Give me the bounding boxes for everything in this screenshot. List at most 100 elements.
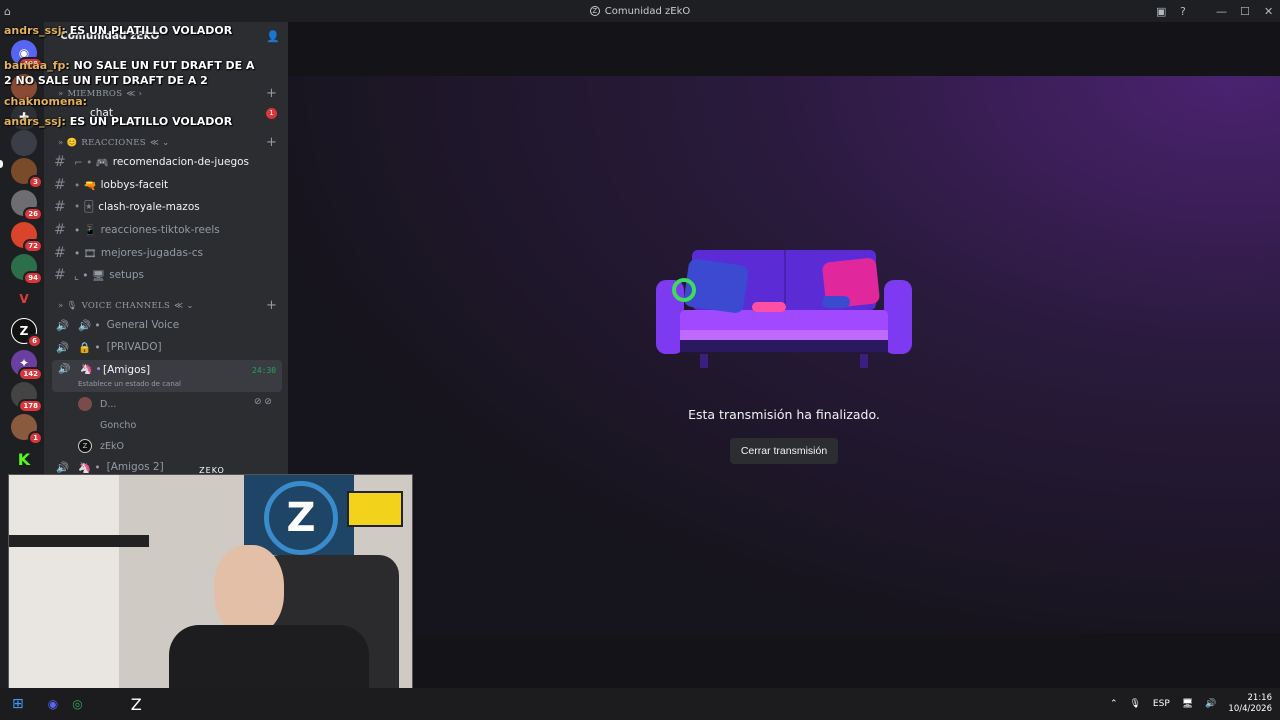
chat-user: bantaa_fp: [4,59,70,72]
badge: 142 [18,367,43,381]
badge: 178 [18,399,43,413]
voice-user-name: Goncho [100,419,137,431]
webcam-feed: Z [8,474,413,696]
category-label: REACCIONES [81,138,146,148]
close-window-button[interactable]: ✕ [1264,0,1273,22]
channel-label: [Amigos] [103,364,151,376]
volume-icon[interactable]: 🔊 [1205,699,1216,709]
help-icon[interactable]: ? [1180,0,1186,22]
back-icon[interactable]: ⌂ [4,0,11,22]
voice-user[interactable]: ZzEkO [78,439,124,453]
channel-label: [Amigos 2] [106,461,164,473]
server-icon[interactable]: 26 [11,190,43,221]
zeko-taskbar-icon[interactable]: Z [131,695,142,714]
badge: 6 [27,334,42,348]
server-icon[interactable]: 94 [11,254,43,285]
discord-taskbar-icon[interactable]: ◉ [48,697,58,711]
inbox-icon[interactable]: ▣ [1156,0,1166,22]
category-reactions[interactable]: » 😊 REACCIONES ≪ ⌄ [58,138,170,148]
maximize-label: ☐ [1240,4,1250,18]
voice-user[interactable]: Goncho [78,418,136,432]
chat-user: andrs_ssj: [4,115,66,128]
chrome-taskbar-icon[interactable]: ◎ [72,697,82,711]
window-titlebar: Z Comunidad zEkO [0,0,1280,22]
add-channel-icon[interactable]: + [266,86,277,101]
hash-icon: # [54,177,66,193]
channel-label: mejores-jugadas-cs [100,247,203,259]
window-title: Comunidad zEkO [604,5,691,17]
voice-user-name: D... [100,398,117,410]
chevron-up-icon[interactable]: ⌃ [1110,699,1118,709]
add-channel-icon[interactable]: + [266,135,277,150]
stream-area [288,22,1280,688]
minimize-label: — [1216,4,1227,18]
hash-icon: # [54,199,66,215]
zeko-server-icon[interactable]: Z6 [11,318,42,348]
speaker-icon: 🔊 [56,341,70,354]
overlay-chat-line: andrs_ssj: ES UN PLATILLO VOLADOR [4,115,232,128]
chat-message: 2 NO SALE UN FUT DRAFT DE A 2 [4,74,208,87]
windows-taskbar: ⊞ ◉ ◎ Z [0,688,1280,720]
overlay-chat-line: 2 NO SALE UN FUT DRAFT DE A 2 [4,74,208,87]
minimize-button[interactable]: — [1216,0,1227,22]
hash-icon: # [54,245,66,261]
channel-label: reacciones-tiktok-reels [100,224,220,236]
voice-user[interactable]: D... [78,397,116,411]
server-icon[interactable]: 178 [11,382,43,413]
disaster-area-sign [347,491,403,527]
channel-status-hint[interactable]: Establece un estado de canal [78,380,181,388]
channel-setups[interactable]: # ⌞ • 🖥 setups [48,264,324,286]
invite-icon[interactable]: 👤 [266,30,280,43]
overlay-chat-line: bantaa_fp: NO SALE UN FUT DRAFT DE A [4,59,255,72]
channel-reacciones[interactable]: # • 📱 reacciones-tiktok-reels [48,219,324,241]
channel-emoji-icon: 🦄 • [80,364,102,375]
category-voice[interactable]: » 🎙 VOICE CHANNELS ≪ ⌄ [58,301,194,311]
channel-mejores[interactable]: # • 🎞 mejores-jugadas-cs [48,242,324,264]
channel-recomendacion[interactable]: # ⌐ • 🎮 recomendacion-de-juegos [48,151,324,173]
kick-server-icon[interactable]: K [11,446,37,472]
maximize-button[interactable]: ☐ [1240,0,1250,22]
channel-label: setups [109,269,144,281]
channel-clash[interactable]: # • 🃏 clash-royale-mazos [48,196,324,218]
server-icon[interactable]: 1 [11,414,43,445]
language-indicator[interactable]: ESP [1153,699,1170,709]
server-icon[interactable]: ✦ 142 [11,350,43,381]
chat-user: andrs_ssj: [4,24,66,37]
avatar [78,397,92,411]
badge: 3 [28,175,43,189]
mic-icon[interactable]: 🎙 [1129,699,1140,709]
voice-amigos-active[interactable]: 🔊 🦄 • [Amigos] 24:30 Establece un estado… [52,360,282,392]
server-icon[interactable]: 72 [11,222,43,253]
server-icon[interactable]: 3 [11,158,43,189]
server-icon[interactable]: V [11,286,37,312]
zeko-logo-icon: Z [264,481,338,555]
chat-message: ES UN PLATILLO VOLADOR [69,24,233,37]
app-logo-icon: Z [589,6,600,16]
add-channel-icon[interactable]: + [266,298,277,313]
couch-illustration [656,250,912,368]
clock[interactable]: 21:16 10/4/2026 [1228,693,1272,715]
channel-lobbys[interactable]: # • 🔫 lobbys-faceit [48,174,324,196]
server-icon[interactable] [11,130,37,156]
channel-label: recomendacion-de-juegos [112,156,249,168]
hash-icon: # [54,222,66,238]
channel-label: lobbys-faceit [100,179,169,191]
zeko-avatar: Z [78,439,92,453]
chat-message: NO SALE UN FUT DRAFT DE A [73,59,255,72]
channel-label: [PRIVADO] [106,341,162,353]
wall [9,475,119,695]
close-stream-button[interactable]: Cerrar transmisión [730,438,838,464]
voice-user-name: zEkO [100,440,124,452]
mic-arm [9,535,149,547]
badge: 26 [23,207,43,221]
close-label: ✕ [1264,4,1274,18]
overlay-chat-line: andrs_ssj: ES UN PLATILLO VOLADOR [4,24,232,37]
network-icon[interactable]: 🖥 [1182,699,1193,709]
person-shirt [169,625,369,695]
chat-message: ES UN PLATILLO VOLADOR [69,115,233,128]
system-tray: ⌃ 🎙 ESP 🖥 🔊 21:16 10/4/2026 [1110,688,1272,720]
help-label: ? [1180,4,1186,18]
clock-time: 21:16 [1247,693,1273,703]
overlay-chat-line: chaknomena: [4,95,87,108]
windows-start-icon[interactable]: ⊞ [12,696,24,712]
